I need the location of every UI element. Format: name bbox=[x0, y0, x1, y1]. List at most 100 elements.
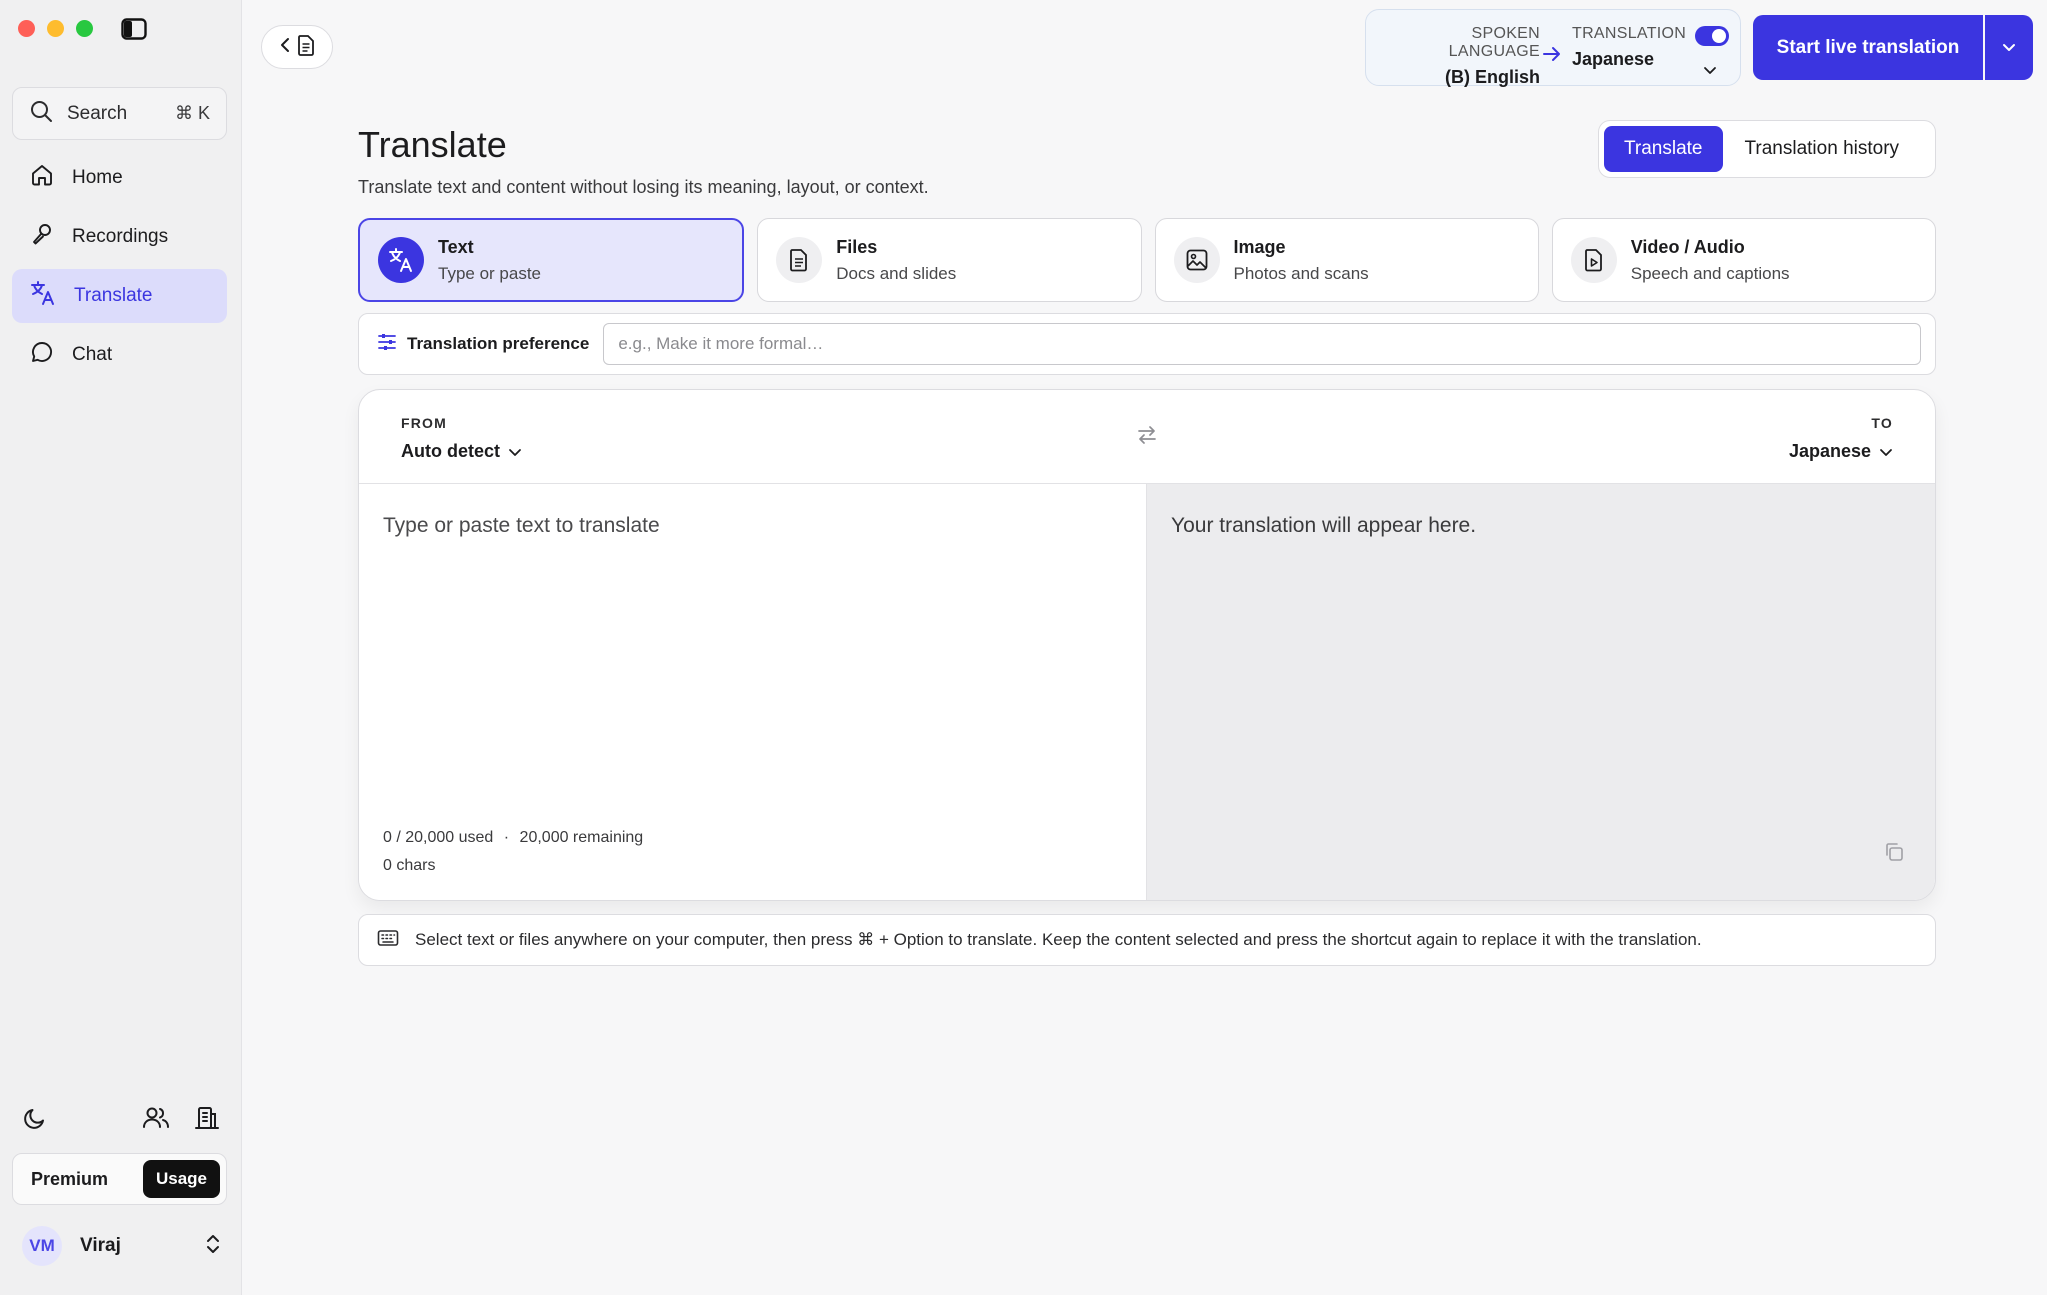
sidebar-item-label: Chat bbox=[72, 344, 113, 365]
people-icon[interactable] bbox=[142, 1105, 170, 1133]
mode-subtitle: Docs and slides bbox=[836, 263, 957, 283]
premium-label[interactable]: Premium bbox=[31, 1169, 143, 1190]
back-button[interactable] bbox=[261, 25, 333, 69]
usage-remaining: 20,000 remaining bbox=[519, 829, 644, 846]
close-window-button[interactable] bbox=[18, 20, 35, 37]
mode-text[interactable]: Text Type or paste bbox=[358, 218, 745, 302]
chevron-down-icon bbox=[508, 441, 522, 462]
keyboard-icon bbox=[377, 929, 399, 952]
shortcut-tip: Select text or files anywhere on your co… bbox=[358, 914, 1936, 966]
translate-icon bbox=[378, 237, 424, 283]
translation-value: Japanese bbox=[1572, 49, 1655, 69]
target-language-value: Japanese bbox=[1788, 441, 1871, 461]
document-icon bbox=[297, 34, 315, 61]
mode-title: Image bbox=[1233, 236, 1286, 257]
search-icon bbox=[29, 99, 53, 128]
window-controls bbox=[18, 20, 93, 37]
page-subtitle: Translate text and content without losin… bbox=[358, 177, 929, 197]
sidebar-item-home[interactable]: Home bbox=[12, 151, 227, 205]
minimize-window-button[interactable] bbox=[47, 20, 64, 37]
shortcut-tip-text: Select text or files anywhere on your co… bbox=[415, 930, 1702, 949]
mode-title: Files bbox=[836, 236, 878, 257]
source-placeholder: Type or paste text to translate bbox=[383, 514, 660, 537]
user-menu[interactable]: VM Viraj bbox=[22, 1226, 222, 1266]
chat-bubble-icon bbox=[30, 340, 54, 370]
sidebar-item-label: Translate bbox=[74, 285, 153, 306]
chevron-down-icon bbox=[2001, 39, 2017, 57]
mode-title: Video / Audio bbox=[1630, 236, 1745, 257]
to-caption: TO bbox=[1871, 415, 1893, 431]
translation-language: TRANSLATION Japanese bbox=[1572, 25, 1686, 70]
document-icon bbox=[776, 237, 823, 283]
chevron-up-down-icon bbox=[204, 1233, 222, 1260]
language-header: FROM Auto detect TO Japanese bbox=[359, 390, 1935, 484]
target-language-select[interactable]: Japanese bbox=[1789, 441, 1893, 462]
chevron-down-icon bbox=[1879, 441, 1893, 462]
translate-icon bbox=[30, 280, 56, 312]
live-language-selector[interactable]: SPOKEN LANGUAGE (B) English TRANSLATION … bbox=[1365, 9, 1741, 88]
avatar: VM bbox=[22, 1226, 62, 1266]
chevron-left-icon bbox=[279, 37, 291, 58]
copy-icon[interactable] bbox=[1883, 841, 1905, 868]
tab-translation-history[interactable]: Translation history bbox=[1745, 138, 1900, 160]
source-language-select[interactable]: Auto detect bbox=[401, 441, 522, 462]
user-name: Viraj bbox=[80, 1235, 121, 1256]
sidebar: Search ⌘ K Home Recordings Translate Cha… bbox=[0, 0, 242, 1295]
usage-button[interactable]: Usage bbox=[142, 1160, 220, 1198]
mode-subtitle: Speech and captions bbox=[1630, 263, 1790, 283]
usage-separator: · bbox=[503, 829, 510, 846]
translation-preference-input[interactable] bbox=[603, 323, 1921, 365]
char-counter: 0 chars bbox=[383, 857, 436, 874]
tab-translate[interactable]: Translate bbox=[1604, 126, 1723, 172]
page-title: Translate bbox=[358, 124, 507, 165]
mode-video-audio[interactable]: Video / Audio Speech and captions bbox=[1551, 218, 1936, 302]
arrow-right-icon bbox=[1542, 46, 1562, 67]
mode-subtitle: Photos and scans bbox=[1233, 263, 1369, 283]
sidebar-item-label: Home bbox=[72, 167, 123, 188]
building-icon[interactable] bbox=[194, 1105, 222, 1133]
mode-title: Text bbox=[438, 236, 474, 257]
view-tabs: Translate Translation history bbox=[1598, 120, 1936, 178]
start-options-dropdown[interactable] bbox=[1985, 15, 2033, 80]
spoken-language: SPOKEN LANGUAGE (B) English bbox=[1380, 25, 1540, 88]
usage-used: 0 / 20,000 used bbox=[383, 829, 494, 846]
sidebar-item-translate[interactable]: Translate bbox=[12, 269, 227, 323]
chevron-down-icon bbox=[1702, 62, 1718, 80]
translation-output-area: Your translation will appear here. bbox=[1147, 484, 1935, 900]
source-language: FROM Auto detect bbox=[401, 415, 522, 462]
sidebar-item-chat[interactable]: Chat bbox=[12, 328, 227, 382]
plan-switcher: Premium Usage bbox=[12, 1153, 227, 1205]
spoken-language-value: (B) English bbox=[1445, 67, 1540, 87]
swap-languages-icon[interactable] bbox=[1136, 425, 1158, 450]
start-live-translation-button[interactable]: Start live translation bbox=[1753, 15, 1983, 80]
search-shortcut: ⌘ K bbox=[174, 103, 210, 123]
sidebar-nav: Home Recordings Translate Chat bbox=[12, 151, 227, 387]
microphone-icon bbox=[30, 222, 54, 252]
sidebar-item-label: Recordings bbox=[72, 226, 169, 247]
search-button[interactable]: Search ⌘ K bbox=[12, 87, 227, 140]
mode-image[interactable]: Image Photos and scans bbox=[1154, 218, 1539, 302]
search-label: Search bbox=[67, 102, 128, 124]
moon-icon[interactable] bbox=[22, 1105, 50, 1133]
translation-caption: TRANSLATION bbox=[1572, 25, 1687, 42]
translator-card: FROM Auto detect TO Japanese Type or pas… bbox=[358, 389, 1936, 901]
spoken-language-caption: SPOKEN LANGUAGE bbox=[1448, 25, 1540, 60]
usage-counter: 0 / 20,000 used · 20,000 remaining bbox=[383, 829, 643, 847]
maximize-window-button[interactable] bbox=[76, 20, 93, 37]
translation-toggle[interactable] bbox=[1695, 26, 1729, 46]
sliders-icon bbox=[377, 332, 397, 357]
sidebar-utility-bar bbox=[22, 1105, 222, 1133]
source-language-value: Auto detect bbox=[401, 441, 500, 461]
input-mode-selector: Text Type or paste Files Docs and slides… bbox=[358, 218, 1936, 302]
target-language: TO Japanese bbox=[1789, 415, 1893, 462]
translation-preference-label: Translation preference bbox=[407, 334, 590, 353]
home-icon bbox=[30, 163, 54, 193]
translation-preference-bar: Translation preference bbox=[358, 313, 1936, 375]
video-file-icon bbox=[1570, 237, 1617, 283]
source-text-area[interactable]: Type or paste text to translate 0 / 20,0… bbox=[359, 484, 1147, 900]
from-caption: FROM bbox=[401, 415, 448, 431]
mode-files[interactable]: Files Docs and slides bbox=[757, 218, 1142, 302]
sidebar-toggle-icon[interactable] bbox=[121, 18, 147, 40]
sidebar-item-recordings[interactable]: Recordings bbox=[12, 210, 227, 264]
mode-subtitle: Type or paste bbox=[438, 263, 542, 283]
